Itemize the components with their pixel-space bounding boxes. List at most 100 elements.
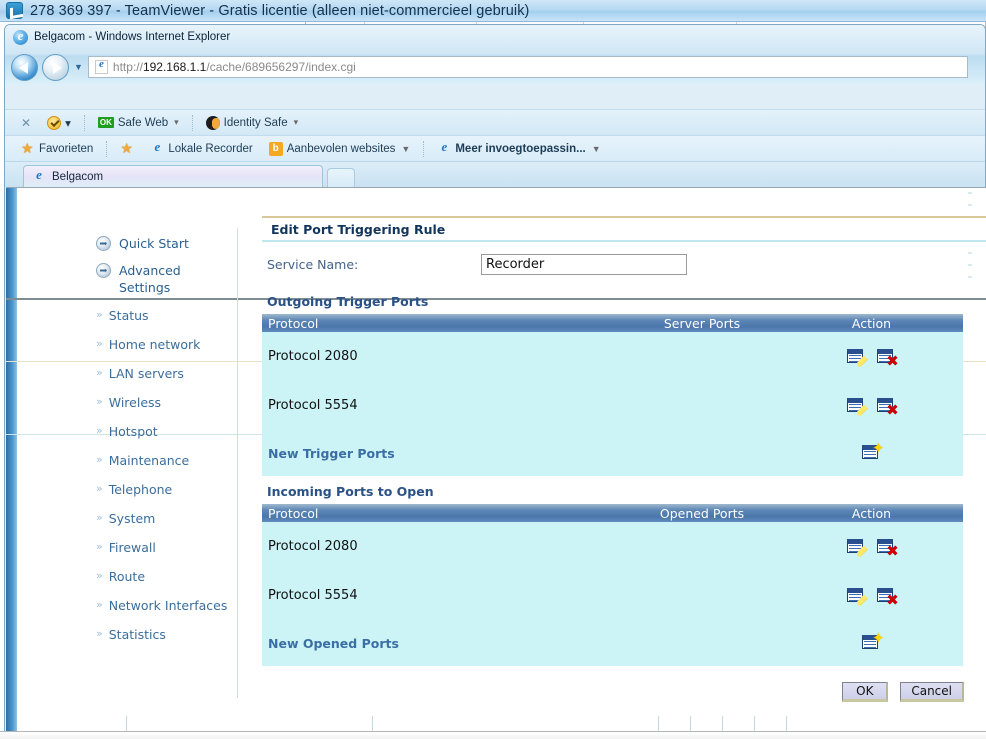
sidebar-item-wireless-label: Wireless (108, 395, 162, 410)
outgoing-col-server-ports: Server Ports (663, 315, 741, 331)
outgoing-row-1-protocol: Protocol 5554 (268, 398, 358, 413)
ok-button[interactable]: OK (842, 682, 889, 702)
address-input[interactable]: http://192.168.1.1/cache/689656297/index… (87, 56, 968, 78)
sidebar-item-statistics[interactable]: » Statistics (86, 620, 237, 649)
sidebar-item-advanced-settings[interactable]: Advanced Settings (86, 257, 237, 301)
address-prefix: http:// (112, 60, 143, 74)
sidebar-item-network-interfaces-label: Network Interfaces (108, 598, 228, 613)
check-circle-icon (47, 115, 62, 130)
service-name-row: Service Name: (262, 242, 986, 286)
outgoing-section-title: Outgoing Trigger Ports (267, 294, 429, 309)
incoming-row-1-actions: ✖ (822, 586, 963, 607)
norton-status-button[interactable]: ▾ (41, 115, 77, 130)
sidebar-item-system-label: System (108, 511, 156, 526)
delete-icon[interactable]: ✖ (877, 396, 899, 417)
sidebar-item-statistics-label: Statistics (108, 627, 166, 642)
add-icon[interactable]: ✦ (862, 441, 885, 463)
main-content: Edit Port Triggering Rule Service Name: … (262, 216, 986, 706)
sidebar-item-quick-start[interactable]: Quick Start (86, 230, 237, 257)
favorite-aanbevolen-websites[interactable]: b Aanbevolen websites ▼ (263, 141, 417, 156)
identity-safe-icon (205, 115, 220, 130)
new-opened-ports-link[interactable]: New Opened Ports (262, 636, 582, 651)
sidebar-item-wireless[interactable]: » Wireless (86, 388, 237, 417)
router-admin-page: Quick Start Advanced Settings » Status »… (6, 188, 986, 739)
identity-safe-button[interactable]: Identity Safe ▾ (200, 115, 304, 130)
table-row: Protocol 2080 ✖ (262, 332, 963, 381)
tab-strip: Belgacom (5, 161, 985, 188)
outgoing-col-protocol: Protocol (268, 315, 319, 331)
back-arrow-icon (19, 61, 28, 74)
chevron-down-icon: ▼ (591, 143, 601, 154)
address-tail: index.cgi (308, 60, 356, 74)
tab-belgacom[interactable]: Belgacom (23, 165, 323, 188)
add-favorite-button[interactable]: ★ (114, 139, 140, 156)
back-button[interactable] (11, 53, 38, 81)
favorite-lokale-recorder[interactable]: Lokale Recorder (144, 139, 258, 156)
edit-icon[interactable] (847, 586, 868, 606)
chevron-down-icon: ▾ (293, 117, 299, 127)
sidebar-sub-group: » Status » Home network » LAN servers » … (86, 301, 237, 649)
sidebar-item-lan-servers[interactable]: » LAN servers (86, 359, 237, 388)
new-trigger-ports-actions: ✦ (822, 441, 963, 463)
safe-web-button[interactable]: OK Safe Web ▾ (92, 117, 185, 129)
table-row: Protocol 5554 ✖ (262, 381, 963, 430)
new-trigger-ports-link[interactable]: New Trigger Ports (262, 446, 582, 461)
incoming-col-opened-ports: Opened Ports (659, 505, 745, 521)
sidebar-item-lan-servers-label: LAN servers (108, 366, 184, 381)
toolbar-divider (191, 114, 193, 131)
outgoing-row-0-protocol: Protocol 2080 (268, 349, 358, 364)
ie-address-bar-row: ▼ http://192.168.1.1/cache/689656297/ind… (5, 51, 985, 83)
teamviewer-title: 278 369 397 - TeamViewer - Gratis licent… (30, 2, 530, 19)
table-row: Protocol 5554 ✖ (262, 571, 963, 620)
chevron-double-icon: » (96, 453, 103, 466)
sidebar-item-telephone[interactable]: » Telephone (86, 475, 237, 504)
service-name-input[interactable] (481, 253, 687, 275)
edit-icon[interactable] (847, 537, 868, 557)
sidebar-item-quick-start-label: Quick Start (119, 236, 189, 251)
incoming-col-protocol: Protocol (268, 505, 319, 521)
add-favorite-icon: ★ (120, 139, 133, 156)
form-buttons: OK Cancel (262, 666, 979, 702)
delete-icon[interactable]: ✖ (877, 537, 899, 558)
delete-icon[interactable]: ✖ (877, 586, 899, 607)
chevron-double-icon: » (96, 598, 103, 611)
outgoing-row-1-actions: ✖ (822, 396, 963, 417)
delete-icon[interactable]: ✖ (877, 347, 899, 368)
add-icon[interactable]: ✦ (862, 631, 885, 653)
chevron-double-icon: » (96, 511, 103, 524)
chevron-double-icon: » (96, 366, 103, 379)
incoming-row-1-protocol: Protocol 5554 (268, 588, 358, 603)
sidebar-item-status[interactable]: » Status (86, 301, 237, 330)
favorieten-button[interactable]: ★ Favorieten (15, 141, 99, 156)
outgoing-table-body: Protocol 2080 ✖ Protocol 5554 ✖ New Trig… (262, 332, 963, 476)
sidebar-item-home-network[interactable]: » Home network (86, 330, 237, 359)
identity-safe-label: Identity Safe (223, 116, 288, 129)
safe-web-label: Safe Web (117, 116, 169, 129)
sidebar-item-home-network-label: Home network (108, 337, 201, 352)
address-path: /cache/689656297/ (206, 60, 309, 74)
norton-close-icon[interactable]: ✕ (15, 116, 37, 130)
sidebar-item-route[interactable]: » Route (86, 562, 237, 591)
toolbar-divider (83, 114, 85, 131)
forward-button[interactable] (42, 53, 69, 81)
sidebar-item-firewall[interactable]: » Firewall (86, 533, 237, 562)
page-title: Edit Port Triggering Rule (271, 221, 446, 237)
sidebar-item-hotspot-label: Hotspot (108, 424, 158, 439)
chevron-double-icon: » (96, 569, 103, 582)
outgoing-table-header: Protocol Server Ports Action (262, 314, 963, 332)
new-trigger-ports-row: New Trigger Ports ✦ (262, 430, 963, 476)
recent-pages-chevron-down-icon[interactable]: ▼ (74, 62, 83, 72)
sidebar-item-advanced-settings-label: Advanced Settings (119, 263, 181, 295)
cancel-button[interactable]: Cancel (900, 682, 964, 702)
sidebar-item-network-interfaces[interactable]: » Network Interfaces (86, 591, 237, 620)
arrow-circle-icon (96, 263, 111, 278)
sidebar-item-maintenance[interactable]: » Maintenance (86, 446, 237, 475)
sidebar-item-hotspot[interactable]: » Hotspot (86, 417, 237, 446)
new-tab-button[interactable] (327, 168, 355, 188)
edit-icon[interactable] (847, 347, 868, 367)
edit-icon[interactable] (847, 396, 868, 416)
table-row: Protocol 2080 ✖ (262, 522, 963, 571)
favorite-meer-invoegtoepassingen[interactable]: Meer invoegtoepassin... ▼ (431, 139, 606, 156)
sidebar-main-group: Quick Start Advanced Settings (86, 230, 237, 301)
sidebar-item-system[interactable]: » System (86, 504, 237, 533)
